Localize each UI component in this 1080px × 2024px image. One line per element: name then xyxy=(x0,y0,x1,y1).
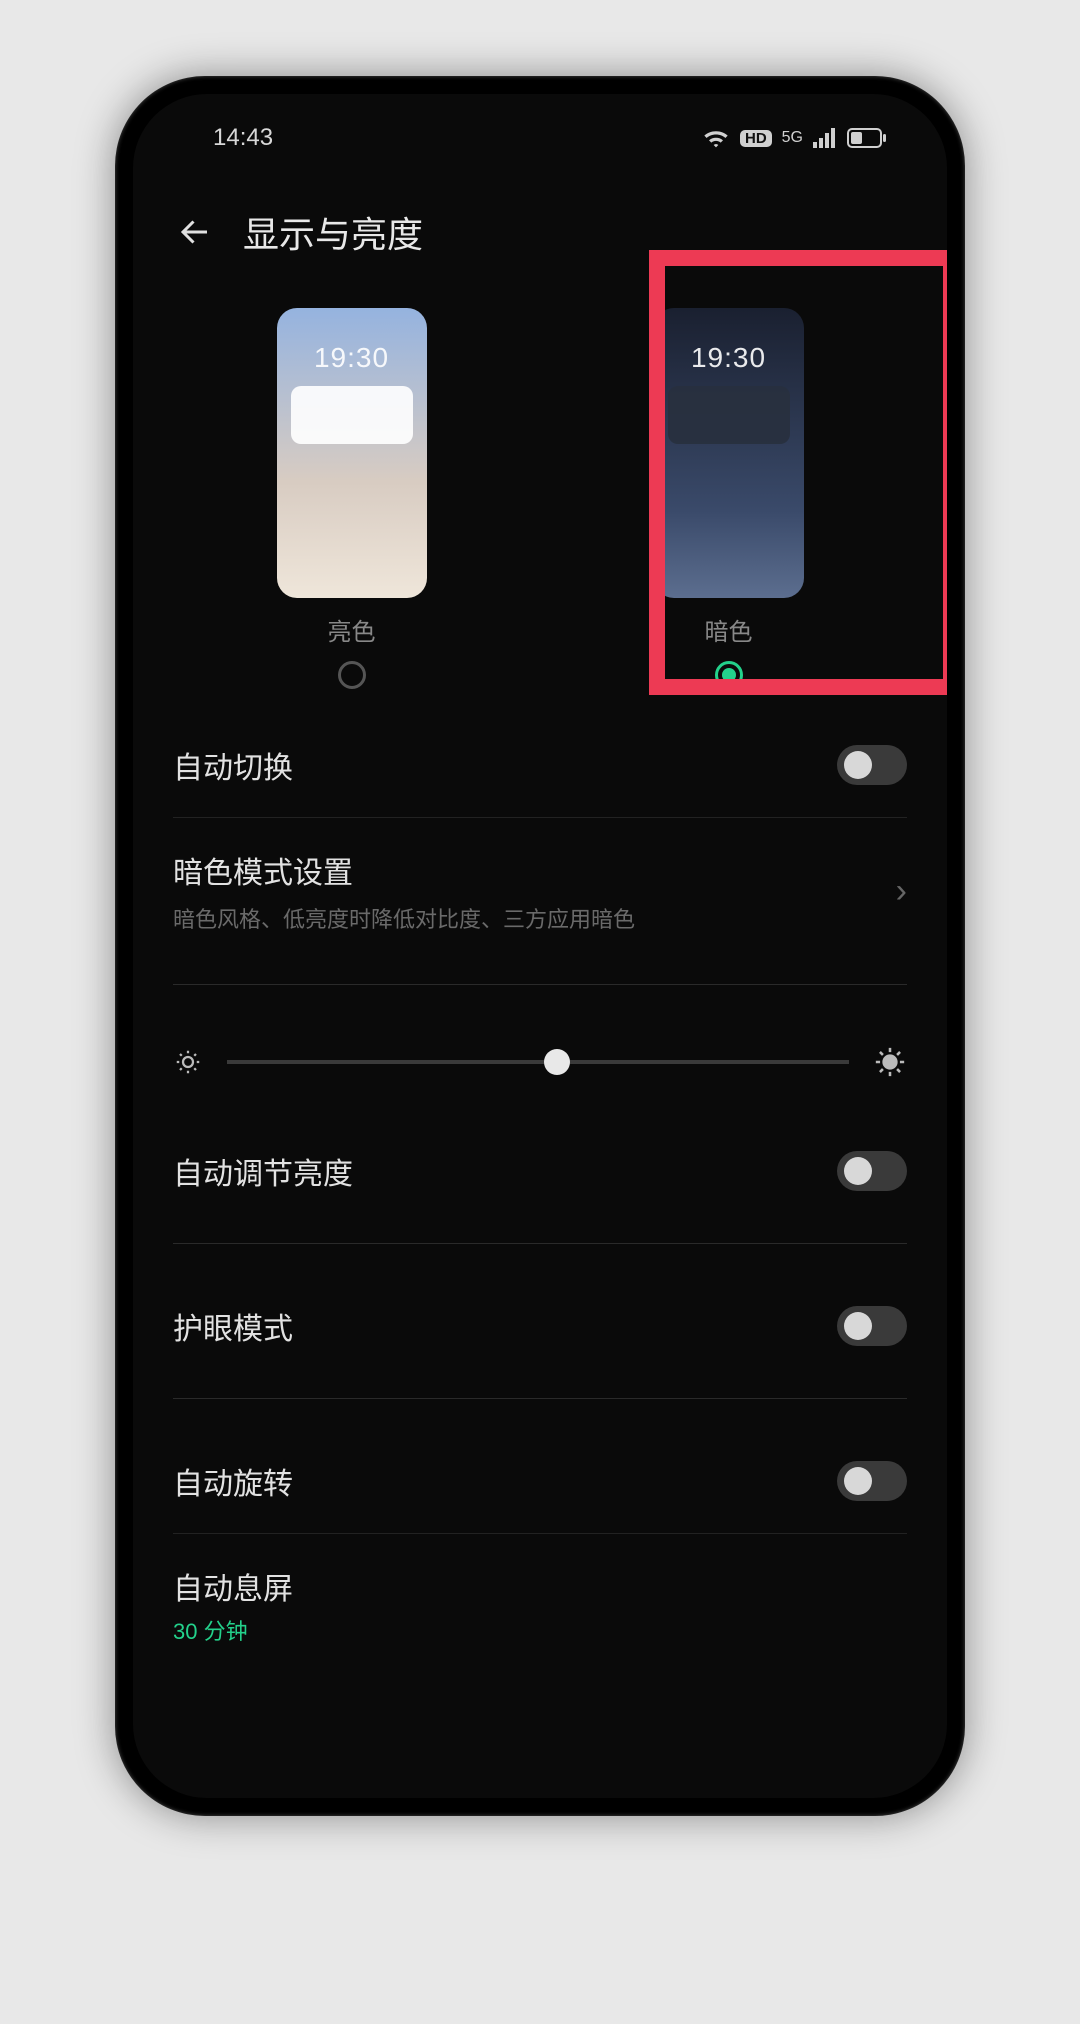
page-title: 显示与亮度 xyxy=(243,206,423,258)
phone-screen: 14:43 HD 5G 显示与亮度 19:30 亮色 xyxy=(133,94,947,1798)
auto-rotate-label: 自动旋转 xyxy=(173,1459,293,1503)
row-auto-rotate[interactable]: 自动旋转 xyxy=(133,1429,947,1533)
section-divider-3 xyxy=(173,1398,907,1399)
section-divider xyxy=(173,984,907,985)
row-auto-switch[interactable]: 自动切换 xyxy=(133,713,947,817)
toggle-auto-switch[interactable] xyxy=(837,745,907,785)
dark-settings-title: 暗色模式设置 xyxy=(173,848,635,892)
auto-brightness-label: 自动调节亮度 xyxy=(173,1149,353,1193)
row-auto-brightness[interactable]: 自动调节亮度 xyxy=(133,1119,947,1223)
section-divider-2 xyxy=(173,1243,907,1244)
radio-light[interactable] xyxy=(338,661,366,689)
theme-option-dark[interactable]: 19:30 暗色 xyxy=(654,308,804,689)
back-button[interactable] xyxy=(173,210,217,254)
battery-icon xyxy=(847,128,887,148)
row-dark-mode-settings[interactable]: 暗色模式设置 暗色风格、低亮度时降低对比度、三方应用暗色 › xyxy=(133,818,947,964)
auto-screen-off-label: 自动息屏 xyxy=(173,1564,293,1608)
toggle-eye-comfort[interactable] xyxy=(837,1306,907,1346)
sun-bright-icon xyxy=(873,1045,907,1079)
auto-switch-label: 自动切换 xyxy=(173,743,293,787)
status-right: HD 5G xyxy=(702,127,887,149)
theme-selector: 19:30 亮色 19:30 暗色 xyxy=(133,288,947,713)
sun-dim-icon xyxy=(173,1047,203,1077)
chevron-right-icon: › xyxy=(896,872,907,911)
signal-icon xyxy=(813,128,837,148)
theme-option-light[interactable]: 19:30 亮色 xyxy=(277,308,427,689)
theme-preview-dark: 19:30 xyxy=(654,308,804,598)
preview-card-dark xyxy=(668,386,790,444)
radio-dark[interactable] xyxy=(715,661,743,689)
theme-label-light: 亮色 xyxy=(328,612,376,647)
eye-comfort-label: 护眼模式 xyxy=(173,1304,293,1348)
toggle-auto-brightness[interactable] xyxy=(837,1151,907,1191)
network-label: 5G xyxy=(782,129,803,147)
theme-label-dark: 暗色 xyxy=(705,612,753,647)
wifi-icon xyxy=(702,127,730,149)
header: 显示与亮度 xyxy=(133,162,947,288)
preview-time-dark: 19:30 xyxy=(654,308,804,374)
theme-preview-light: 19:30 xyxy=(277,308,427,598)
brightness-thumb[interactable] xyxy=(544,1049,570,1075)
brightness-slider[interactable] xyxy=(227,1060,849,1064)
brightness-slider-row xyxy=(133,1015,947,1119)
arrow-left-icon xyxy=(177,214,213,250)
status-time: 14:43 xyxy=(213,124,273,152)
preview-card-light xyxy=(291,386,413,444)
toggle-auto-rotate[interactable] xyxy=(837,1461,907,1501)
hd-badge: HD xyxy=(740,130,772,147)
preview-time-light: 19:30 xyxy=(277,308,427,374)
status-bar: 14:43 HD 5G xyxy=(133,94,947,162)
row-auto-screen-off[interactable]: 自动息屏 xyxy=(133,1534,947,1614)
dark-settings-sub: 暗色风格、低亮度时降低对比度、三方应用暗色 xyxy=(173,902,635,934)
auto-screen-off-value: 30 分钟 xyxy=(133,1614,947,1676)
row-eye-comfort[interactable]: 护眼模式 xyxy=(133,1274,947,1378)
phone-frame: 14:43 HD 5G 显示与亮度 19:30 亮色 xyxy=(115,76,965,1816)
